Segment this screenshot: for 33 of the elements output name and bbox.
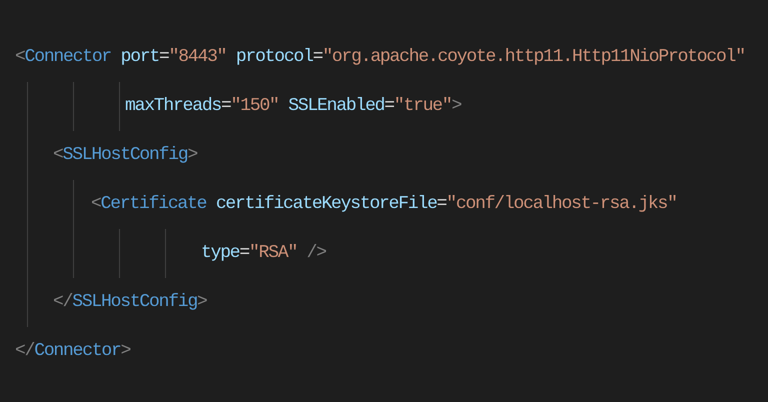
tag-bracket: > [452, 96, 462, 116]
attribute-name: maxThreads [125, 96, 222, 116]
tag-bracket: </ [15, 341, 34, 361]
tag-name: Connector [24, 47, 112, 67]
equals-sign: = [159, 47, 169, 67]
attribute-name: certificateKeystoreFile [216, 194, 437, 214]
tag-name: SSLHostConfig [62, 145, 188, 165]
tag-bracket: < [53, 145, 63, 165]
attribute-name: type [201, 243, 240, 263]
attribute-name: port [120, 47, 160, 67]
tag-bracket: > [120, 341, 130, 361]
tag-bracket: > [187, 145, 198, 165]
equals-sign: = [221, 96, 231, 116]
equals-sign: = [239, 243, 250, 263]
equals-sign: = [436, 194, 446, 214]
attribute-name: SSLEnabled [288, 96, 384, 116]
attribute-value: "RSA" [249, 243, 298, 263]
tag-bracket: </ [53, 292, 72, 312]
attribute-value: "8443" [168, 47, 226, 67]
attribute-value: "conf/localhost-rsa.jks" [446, 194, 677, 214]
attribute-value: "150" [230, 96, 279, 116]
equals-sign: = [312, 47, 322, 67]
attribute-value: "org.apache.coyote.http11.Http11NioProtocol" [322, 47, 745, 67]
equals-sign: = [384, 96, 394, 116]
tag-bracket: /> [306, 243, 326, 263]
tag-bracket: < [15, 47, 25, 67]
tag-name: SSLHostConfig [72, 292, 198, 312]
attribute-value: "true" [394, 96, 452, 116]
attribute-name: protocol [236, 47, 313, 67]
tag-bracket: > [197, 292, 207, 312]
tag-name: Connector [34, 341, 121, 361]
tag-name: Certificate [100, 194, 206, 214]
tag-bracket: < [91, 194, 101, 214]
